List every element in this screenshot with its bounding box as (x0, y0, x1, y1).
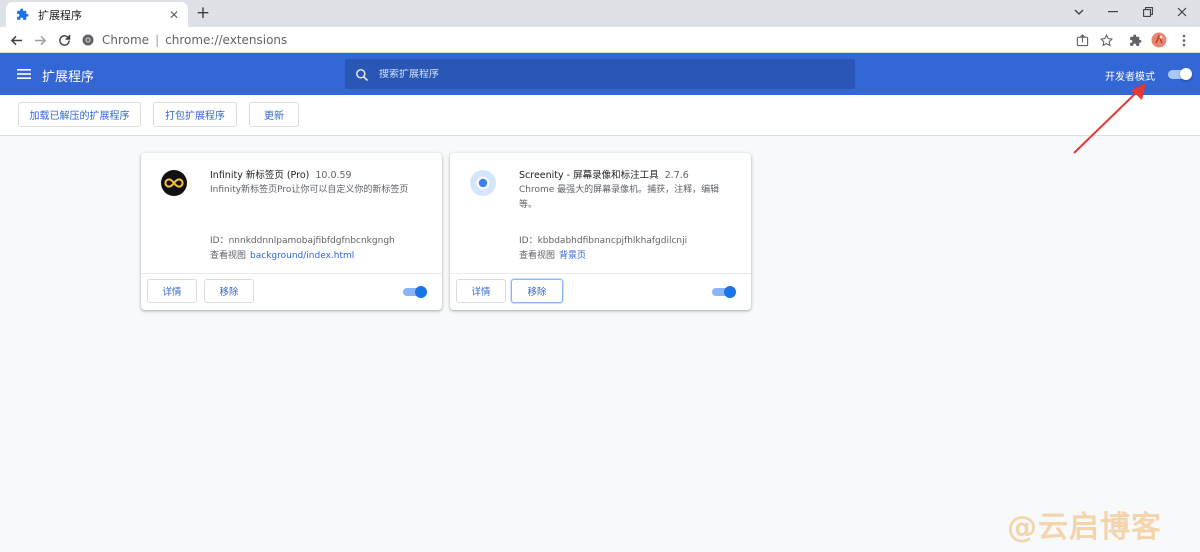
close-icon[interactable]: ✕ (166, 7, 182, 23)
dev-mode-toggle[interactable] (1166, 68, 1192, 80)
action-bar: 加载已解压的扩展程序 打包扩展程序 更新 (0, 95, 1200, 136)
extension-id: ID：nnnkddnnlpamobajfibfdgfnbcnkgngh (210, 236, 395, 246)
extension-enable-toggle[interactable] (712, 286, 736, 298)
inspect-views: 查看视图 background/index.html (210, 248, 354, 261)
hamburger-menu-icon[interactable] (17, 66, 33, 80)
more-menu-icon[interactable] (1174, 30, 1194, 50)
tab-title: 扩展程序 (38, 8, 82, 22)
load-unpacked-button[interactable]: 加载已解压的扩展程序 (18, 102, 141, 127)
inspect-views-label: 查看视图 (519, 251, 556, 261)
details-button[interactable]: 详情 (456, 279, 506, 303)
remove-button[interactable]: 移除 (204, 279, 254, 303)
tab-search-icon[interactable] (1069, 2, 1089, 22)
extension-version: 2.7.6 (664, 170, 689, 181)
new-tab-button[interactable]: + (193, 3, 213, 23)
remove-button[interactable]: 移除 (511, 279, 563, 303)
toggle-knob (415, 286, 427, 298)
extension-name-text: Infinity 新标签页 (Pro) (210, 170, 310, 181)
extension-name: Infinity 新标签页 (Pro) 10.0.59 (210, 167, 352, 181)
extension-description: Chrome 最强大的屏幕录像机。捕获，注释，编辑等。 (519, 185, 720, 210)
back-icon[interactable] (6, 30, 26, 50)
extension-card-screenity: Screenity - 屏幕录像和标注工具 2.7.6 Chrome 最强大的屏幕… (450, 153, 751, 310)
page-title: 扩展程序 (42, 70, 95, 85)
chrome-logo-icon (82, 34, 94, 46)
card-divider (141, 273, 442, 274)
extensions-icon[interactable] (1125, 30, 1145, 50)
infinity-logo-icon (161, 170, 187, 196)
card-divider (450, 273, 751, 274)
extension-id: ID：kbbdabhdfibnancpjfhlkhafgdilcnji (519, 236, 688, 246)
forward-icon[interactable] (30, 30, 50, 50)
tab-extensions[interactable]: 扩展程序 ✕ (6, 2, 188, 27)
search-box[interactable] (345, 59, 855, 89)
extensions-header: 扩展程序 开发者模式 (0, 53, 1200, 95)
window-close-icon[interactable] (1172, 2, 1192, 22)
tab-strip: 扩展程序 ✕ + (0, 0, 1200, 27)
restore-icon[interactable] (1138, 2, 1158, 22)
minimize-icon[interactable] (1103, 2, 1123, 22)
browser-toolbar: Chrome | chrome://extensions (0, 27, 1200, 53)
omnibox[interactable]: Chrome | chrome://extensions (82, 29, 1094, 51)
inspect-view-link[interactable]: background/index.html (250, 251, 354, 261)
toggle-knob (724, 286, 736, 298)
omnibox-url: chrome://extensions (165, 33, 288, 47)
pack-extension-button[interactable]: 打包扩展程序 (153, 102, 237, 127)
extension-description: Infinity新标签页Pro让你可以自定义你的新标签页 (210, 185, 409, 195)
dev-mode-toggle-knob (1180, 68, 1192, 80)
omnibox-site: Chrome (102, 33, 150, 47)
inspect-views: 查看视图 背景页 (519, 248, 586, 261)
update-button[interactable]: 更新 (249, 102, 299, 127)
extension-name: Screenity - 屏幕录像和标注工具 2.7.6 (519, 167, 689, 181)
annotation-arrow (1073, 83, 1146, 154)
inspect-views-label: 查看视图 (210, 251, 247, 261)
profile-avatar-icon[interactable] (1149, 30, 1169, 50)
extension-card-infinity: Infinity 新标签页 (Pro) 10.0.59 Infinity新标签页P… (141, 153, 442, 310)
search-icon (355, 67, 369, 82)
reload-icon[interactable] (54, 30, 74, 50)
extension-name-text: Screenity - 屏幕录像和标注工具 (519, 170, 659, 181)
share-icon[interactable] (1072, 30, 1092, 50)
star-icon[interactable] (1096, 30, 1116, 50)
omnibox-separator: | (155, 33, 160, 47)
screenity-logo-icon (470, 170, 496, 196)
inspect-view-link[interactable]: 背景页 (559, 251, 586, 261)
search-input[interactable] (379, 68, 839, 80)
details-button[interactable]: 详情 (147, 279, 197, 303)
extension-enable-toggle[interactable] (403, 286, 427, 298)
extension-version: 10.0.59 (315, 170, 352, 181)
puzzle-icon (15, 8, 29, 22)
watermark: @云启博客 (1007, 510, 1162, 545)
